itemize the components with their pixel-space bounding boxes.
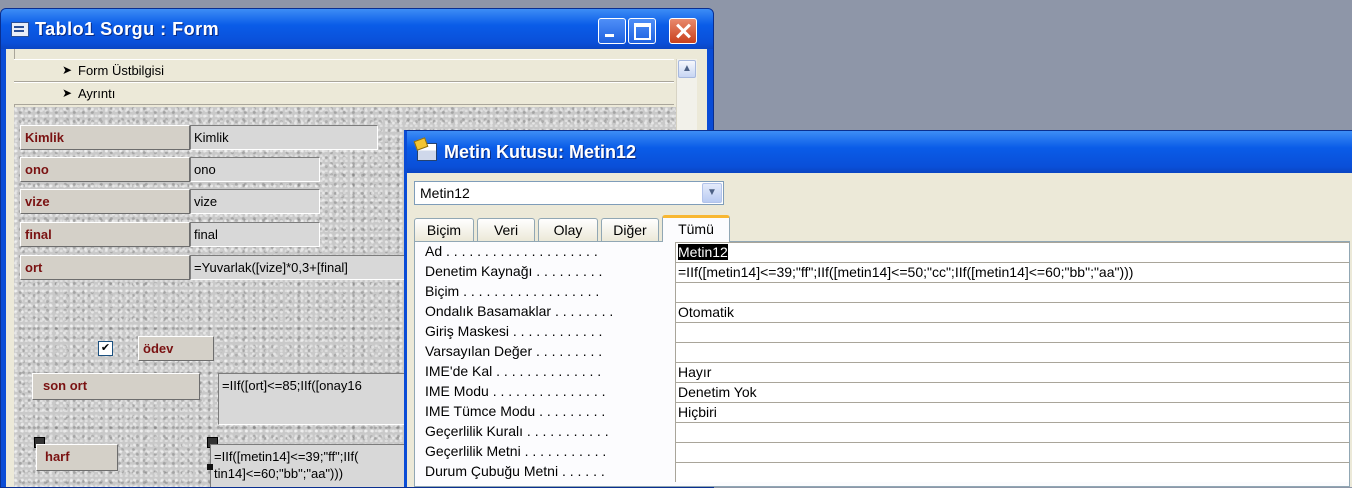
property-name: Geçerlilik Metni . . . . . . . . . . . (425, 443, 607, 459)
property-name: IME Modu . . . . . . . . . . . . . . . (425, 383, 606, 399)
property-row-ad[interactable]: Ad . . . . . . . . . . . . . . . . . . .… (425, 242, 1349, 262)
form-header-section-bar[interactable]: ➤ Form Üstbilgisi (14, 59, 674, 82)
property-value-field[interactable]: Denetim Yok (675, 382, 1349, 402)
checkbox-check-icon: ✔ (100, 342, 111, 354)
property-value-field[interactable]: Hiçbiri (675, 402, 1349, 422)
kimlik-label[interactable]: Kimlik (20, 125, 190, 150)
property-row-default-value[interactable]: Varsayılan Değer . . . . . . . . . (425, 342, 1349, 362)
property-name: Giriş Maskesi . . . . . . . . . . . . (425, 323, 603, 339)
section-arrow-icon: ➤ (62, 63, 73, 77)
property-value-field[interactable] (675, 442, 1349, 462)
property-value-field[interactable]: Otomatik (675, 302, 1349, 322)
property-row-status-bar-text[interactable]: Durum Çubuğu Metni . . . . . . (425, 462, 1349, 482)
property-sheet-window: Metin Kutusu: Metin12 Metin12 ▼ Biçim Ve… (404, 130, 1352, 487)
final-textbox[interactable]: final (190, 222, 320, 247)
property-name: Geçerlilik Kuralı . . . . . . . . . . . (425, 423, 609, 439)
property-name: Durum Çubuğu Metni . . . . . . (425, 463, 605, 479)
property-name: IME Tümce Modu . . . . . . . . . (425, 403, 606, 419)
property-row-ime-sentence-mode[interactable]: IME Tümce Modu . . . . . . . . . Hiçbiri (425, 402, 1349, 422)
vize-textbox[interactable]: vize (190, 189, 320, 214)
property-value-field[interactable] (675, 422, 1349, 442)
harf-formula-line: tin14]<=60;"bb";"aa"))) (214, 466, 344, 481)
property-name: Biçim . . . . . . . . . . . . . . . . . … (425, 283, 600, 299)
property-value-field[interactable] (675, 342, 1349, 362)
property-sheet-title-bar[interactable]: Metin Kutusu: Metin12 (407, 131, 1352, 173)
ort-label[interactable]: ort (20, 255, 190, 280)
harf-textbox[interactable]: =IIf([metin14]<=39;"ff";IIf( tin14]<=60;… (210, 444, 420, 487)
property-row-ime-hold[interactable]: IME'de Kal . . . . . . . . . . . . . . H… (425, 362, 1349, 382)
property-value-field[interactable]: Metin12 (675, 242, 1349, 262)
property-value-field[interactable]: Hayır (675, 362, 1349, 382)
odev-checkbox[interactable]: ✔ (98, 341, 113, 356)
property-row-input-mask[interactable]: Giriş Maskesi . . . . . . . . . . . . (425, 322, 1349, 342)
ort-textbox[interactable]: =Yuvarlak([vize]*0,3+[final] (190, 255, 420, 280)
property-value-field[interactable]: =IIf([metin14]<=39;"ff";IIf([metin14]<=5… (675, 262, 1349, 282)
property-value-field[interactable] (675, 322, 1349, 342)
son-ort-textbox[interactable]: =IIf([ort]<=85;IIf([onay16 (218, 373, 418, 425)
property-row-ime-mode[interactable]: IME Modu . . . . . . . . . . . . . . . D… (425, 382, 1349, 402)
tab-veri[interactable]: Veri (477, 218, 535, 241)
final-label[interactable]: final (20, 222, 190, 247)
tab-bicim[interactable]: Biçim (414, 218, 474, 241)
vize-label[interactable]: vize (20, 189, 190, 214)
section-arrow-icon: ➤ (62, 86, 73, 100)
scroll-up-icon[interactable]: ▲ (678, 60, 696, 78)
object-selector[interactable]: Metin12 ▼ (414, 181, 724, 205)
tab-tumu[interactable]: Tümü (662, 215, 730, 242)
form-window-title: Tablo1 Sorgu : Form (35, 19, 220, 39)
form-window-icon (11, 22, 29, 37)
property-row-validation-rule[interactable]: Geçerlilik Kuralı . . . . . . . . . . . (425, 422, 1349, 442)
property-row-decimal-places[interactable]: Ondalık Basamaklar . . . . . . . . Otoma… (425, 302, 1349, 322)
property-name: Denetim Kaynağı . . . . . . . . . (425, 263, 603, 279)
selected-value-text: Metin12 (678, 244, 728, 260)
ono-textbox[interactable]: ono (190, 157, 320, 182)
maximize-icon[interactable] (628, 18, 656, 44)
tab-olay[interactable]: Olay (538, 218, 598, 241)
harf-formula-line: =IIf([metin14]<=39;"ff";IIf( (214, 449, 359, 464)
property-name: Ondalık Basamaklar . . . . . . . . (425, 303, 614, 319)
close-icon[interactable] (669, 18, 697, 44)
chevron-down-icon[interactable]: ▼ (702, 183, 722, 203)
odev-label[interactable]: ödev (138, 336, 214, 361)
detail-section-bar[interactable]: ➤ Ayrıntı (14, 82, 674, 105)
tab-diger[interactable]: Diğer (601, 218, 659, 241)
object-selector-value: Metin12 (420, 185, 470, 201)
property-name: IME'de Kal . . . . . . . . . . . . . . (425, 363, 602, 379)
property-grid: Ad . . . . . . . . . . . . . . . . . . .… (414, 241, 1350, 487)
property-name: Varsayılan Değer . . . . . . . . . (425, 343, 603, 359)
property-row-validation-text[interactable]: Geçerlilik Metni . . . . . . . . . . . (425, 442, 1349, 462)
property-sheet-title: Metin Kutusu: Metin12 (444, 142, 636, 162)
property-row-control-source[interactable]: Denetim Kaynağı . . . . . . . . . =IIf([… (425, 262, 1349, 282)
selection-handle[interactable] (207, 464, 213, 470)
ono-label[interactable]: ono (20, 157, 190, 182)
form-title-bar[interactable]: Tablo1 Sorgu : Form (1, 9, 713, 49)
kimlik-textbox[interactable]: Kimlik (190, 125, 378, 150)
son-ort-label[interactable]: son ort (32, 373, 200, 400)
harf-label[interactable]: harf (36, 444, 118, 471)
property-value-field[interactable] (675, 462, 1349, 482)
property-sheet-icon (417, 143, 437, 161)
minimize-icon[interactable] (598, 18, 626, 44)
property-row-format[interactable]: Biçim . . . . . . . . . . . . . . . . . … (425, 282, 1349, 302)
property-value-field[interactable] (675, 282, 1349, 302)
property-name: Ad . . . . . . . . . . . . . . . . . . .… (425, 243, 598, 259)
